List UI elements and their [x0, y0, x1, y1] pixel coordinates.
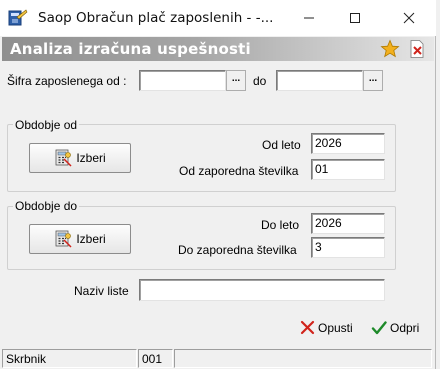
maximize-icon [350, 13, 360, 23]
period-from-seq-input[interactable]: 01 [311, 159, 385, 180]
status-code: 001 [138, 349, 173, 368]
period-from-select-label: Izberi [76, 151, 106, 165]
open-button[interactable]: Odpri [371, 320, 419, 336]
checkmark-icon [371, 321, 387, 335]
minimize-button[interactable] [286, 0, 332, 36]
status-extra [174, 349, 432, 368]
dialog-window: Saop Obračun plač zaposlenih - -... Anal… [0, 0, 436, 369]
period-to-select-label: Izberi [76, 232, 106, 246]
period-to-seq-label: Do zaporedna številka [178, 243, 297, 257]
list-name-input[interactable] [139, 279, 385, 301]
period-from-year-label: Od leto [262, 138, 301, 152]
employee-to-browse-button[interactable]: ... [363, 70, 383, 91]
period-from-select-button[interactable]: Izberi [29, 143, 131, 173]
close-icon [403, 12, 415, 24]
employee-from-browse-button[interactable]: ... [226, 70, 246, 91]
status-bar: Skrbnik 001 [2, 347, 434, 369]
period-to-seq-input[interactable]: 3 [311, 237, 385, 258]
employee-to-input[interactable] [276, 70, 363, 91]
app-icon [8, 9, 28, 26]
period-from-legend: Obdobje od [13, 118, 80, 132]
close-window-button[interactable] [386, 0, 432, 36]
cancel-button-label: Opusti [318, 320, 353, 335]
period-to-select-button[interactable]: Izberi [29, 224, 131, 254]
maximize-button[interactable] [332, 0, 378, 36]
cancel-button[interactable]: Opusti [300, 320, 353, 335]
open-button-label: Odpri [390, 321, 420, 335]
employee-to-label: do [253, 74, 267, 88]
list-name-label: Naziv liste [74, 284, 129, 298]
window-title: Saop Obračun plač zaposlenih - -... [38, 10, 274, 26]
period-to-year-label: Do leto [261, 218, 300, 232]
form-title: Analiza izračuna uspešnosti [10, 40, 251, 58]
employee-from-input[interactable] [139, 70, 226, 91]
minimize-icon [304, 17, 314, 19]
calculator-icon [55, 149, 72, 167]
title-bar[interactable]: Saop Obračun plač zaposlenih - -... [0, 0, 436, 36]
close-document-icon[interactable] [407, 39, 427, 59]
period-to-legend: Obdobje do [13, 199, 80, 213]
form-header: Analiza izračuna uspešnosti [2, 37, 434, 61]
star-icon[interactable] [380, 39, 400, 59]
period-from-year-input[interactable]: 2026 [311, 133, 385, 154]
period-to-year-input[interactable]: 2026 [311, 213, 385, 234]
calculator-icon [55, 230, 72, 248]
x-icon [300, 320, 315, 335]
status-user: Skrbnik [2, 349, 137, 368]
period-from-seq-label: Od zaporedna številka [179, 164, 299, 178]
employee-from-label: Šifra zaposlenega od : [7, 74, 127, 88]
